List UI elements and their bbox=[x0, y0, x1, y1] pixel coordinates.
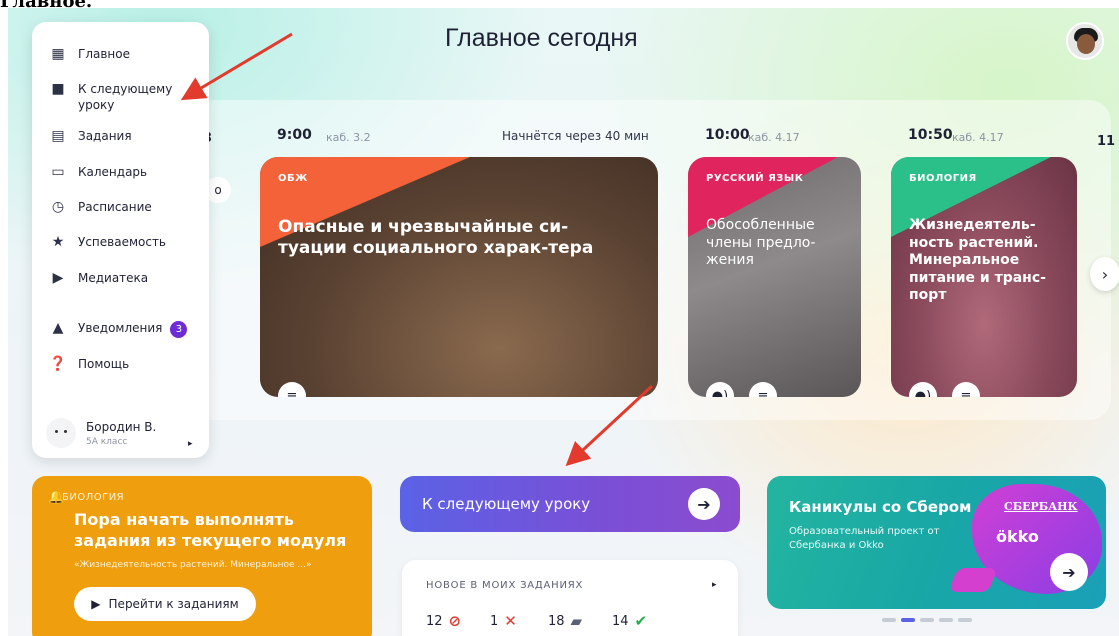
promo-title: Каникулы со Сбером bbox=[789, 498, 972, 516]
sberbank-logo: СБЕРБАНК bbox=[1004, 500, 1078, 513]
lesson-title: Жизнедеятель-ность растений. Минеральное… bbox=[909, 217, 1046, 303]
help-icon: ❓ bbox=[49, 356, 67, 372]
sidebar-item-calendar[interactable]: ▭ Календарь bbox=[50, 164, 188, 180]
go-to-tasks-label: Перейти к заданиям bbox=[108, 597, 239, 611]
starts-in-label: Начнётся через 40 мин bbox=[502, 129, 649, 143]
carousel-next-button[interactable]: › bbox=[1090, 257, 1119, 291]
stat-count: 14 bbox=[612, 613, 629, 629]
lesson-time-partial: 11 bbox=[1097, 134, 1116, 149]
briefcase-icon: ■ bbox=[51, 81, 65, 97]
sidebar-menu: ▦ Главное ■ К следующему уроку ▤ Задания… bbox=[32, 22, 209, 458]
sidebar-item-tasks[interactable]: ▤ Задания bbox=[50, 128, 188, 144]
star-icon: ★ bbox=[51, 234, 65, 250]
lesson-room: каб. 4.17 bbox=[748, 131, 800, 144]
go-to-tasks-button[interactable]: ▶ Перейти к заданиям bbox=[74, 587, 256, 621]
lesson-subject: ОБЖ bbox=[278, 173, 308, 184]
lesson-card-biology[interactable]: БИОЛОГИЯ Жизнедеятель-ность растений. Ми… bbox=[891, 157, 1077, 397]
carousel-dot[interactable] bbox=[901, 618, 915, 622]
sidebar-item-label: Расписание bbox=[78, 200, 152, 214]
grid-icon: ▦ bbox=[51, 46, 65, 62]
sidebar-item-label: Медиатека bbox=[78, 271, 149, 285]
reminder-subtitle: «Жизнедеятельность растений. Минеральное… bbox=[74, 560, 312, 570]
notification-badge: 3 bbox=[170, 321, 188, 338]
sidebar-item-media[interactable]: ▶ Медиатека bbox=[50, 270, 188, 286]
sidebar-item-schedule[interactable]: ◷ Расписание bbox=[50, 199, 188, 215]
sidebar-item-label: Календарь bbox=[78, 165, 148, 179]
lesson-card-russian[interactable]: РУССКИЙ ЯЗЫК Обособленные члены предло-ж… bbox=[688, 157, 861, 397]
bell-icon: ▲ bbox=[52, 320, 64, 336]
user-class: 5А класс bbox=[86, 436, 128, 447]
sidebar-item-label: Задания bbox=[78, 129, 132, 143]
lesson-title: Обособленные члены предло-жения bbox=[706, 217, 816, 268]
clock-icon: ◷ bbox=[51, 199, 65, 215]
carousel-dot[interactable] bbox=[939, 618, 953, 622]
lesson-time: 9:00 bbox=[277, 127, 312, 143]
stat-comments: 18 ▰ bbox=[548, 612, 582, 630]
chevron-right-icon: ▸ bbox=[188, 439, 193, 449]
sidebar-item-notifications[interactable]: ▲ Уведомления 3 bbox=[50, 320, 188, 338]
lesson-card-obzh[interactable]: ОБЖ Опасные и чрезвычайные си-туации соц… bbox=[260, 157, 658, 397]
sidebar-item-label: Главное bbox=[78, 47, 130, 61]
lesson-room: каб. 4.17 bbox=[952, 131, 1004, 144]
user-name: Бородин В. bbox=[86, 419, 157, 434]
lesson-room: каб. 3.2 bbox=[326, 131, 371, 144]
stat-count: 12 bbox=[426, 613, 443, 629]
sidebar-item-help[interactable]: ❓ Помощь bbox=[49, 356, 188, 372]
cross-icon: ✕ bbox=[504, 612, 517, 630]
promo-card[interactable]: Каникулы со Сбером Образовательный проек… bbox=[767, 476, 1106, 609]
carousel-dot[interactable] bbox=[958, 618, 972, 622]
new-tasks-card[interactable]: НОВОЕ В МОИХ ЗАДАНИЯХ ▸ 12 ⊘ 1 ✕ 18 ▰ 14… bbox=[402, 560, 738, 636]
okko-logo: ökko bbox=[996, 527, 1039, 546]
stat-overdue: 12 ⊘ bbox=[426, 612, 461, 630]
carousel-dot[interactable] bbox=[882, 618, 896, 622]
promo-subtitle: Образовательный проект от Сбербанка и Ok… bbox=[789, 526, 940, 551]
stat-count: 1 bbox=[490, 613, 499, 629]
stat-failed: 1 ✕ bbox=[490, 612, 517, 630]
stat-done: 14 ✔ bbox=[612, 612, 647, 630]
check-icon: ✔ bbox=[634, 612, 648, 630]
reminder-subject: БИОЛОГИЯ bbox=[62, 492, 125, 503]
overdue-icon: ⊘ bbox=[448, 612, 462, 630]
user-profile[interactable]: Бородин В. 5А класс bbox=[46, 418, 156, 448]
arrow-right-icon[interactable]: ➔ bbox=[1050, 553, 1088, 591]
comment-icon: ▰ bbox=[570, 612, 583, 630]
play-icon: ▶ bbox=[91, 597, 101, 611]
calendar-icon: ▭ bbox=[51, 164, 65, 180]
lesson-title: Опасные и чрезвычайные си-туации социаль… bbox=[278, 217, 594, 259]
sidebar-item-label: Успеваемость bbox=[78, 235, 167, 249]
lesson-time: 10:50 bbox=[908, 127, 953, 143]
page-title: Главное сегодня bbox=[445, 24, 638, 52]
sidebar-item-label: Помощь bbox=[78, 357, 130, 371]
sidebar-item-label: К следующему уроку bbox=[78, 82, 173, 113]
decorative-blob bbox=[948, 568, 998, 592]
lesson-subject: БИОЛОГИЯ bbox=[909, 173, 977, 184]
sidebar-item-next-lesson[interactable]: ■ К следующему уроку bbox=[50, 81, 188, 113]
sidebar-item-label: Уведомления bbox=[78, 321, 163, 335]
lesson-subject: РУССКИЙ ЯЗЫК bbox=[706, 173, 804, 184]
arrow-right-icon: ➔ bbox=[688, 488, 720, 520]
media-icon: ▶ bbox=[52, 270, 64, 286]
sidebar-item-progress[interactable]: ★ Успеваемость bbox=[50, 234, 188, 250]
reminder-title: Пора начать выполнять задания из текущег… bbox=[74, 510, 347, 550]
sidebar-item-label-wrap: Уведомления 3 bbox=[78, 320, 188, 338]
chevron-right-icon: ▸ bbox=[712, 580, 717, 590]
carousel-dot[interactable] bbox=[920, 618, 934, 622]
sidebar-item-main[interactable]: ▦ Главное bbox=[50, 46, 188, 62]
stat-count: 18 bbox=[548, 613, 565, 629]
profile-avatar[interactable] bbox=[1066, 22, 1104, 60]
next-lesson-label: К следующему уроку bbox=[422, 495, 591, 513]
carousel-dots bbox=[882, 618, 972, 622]
clipboard-icon: ▤ bbox=[51, 128, 65, 144]
lesson-time: 10:00 bbox=[705, 127, 750, 143]
user-avatar-icon bbox=[46, 418, 76, 448]
tasks-header: НОВОЕ В МОИХ ЗАДАНИЯХ bbox=[426, 580, 584, 591]
